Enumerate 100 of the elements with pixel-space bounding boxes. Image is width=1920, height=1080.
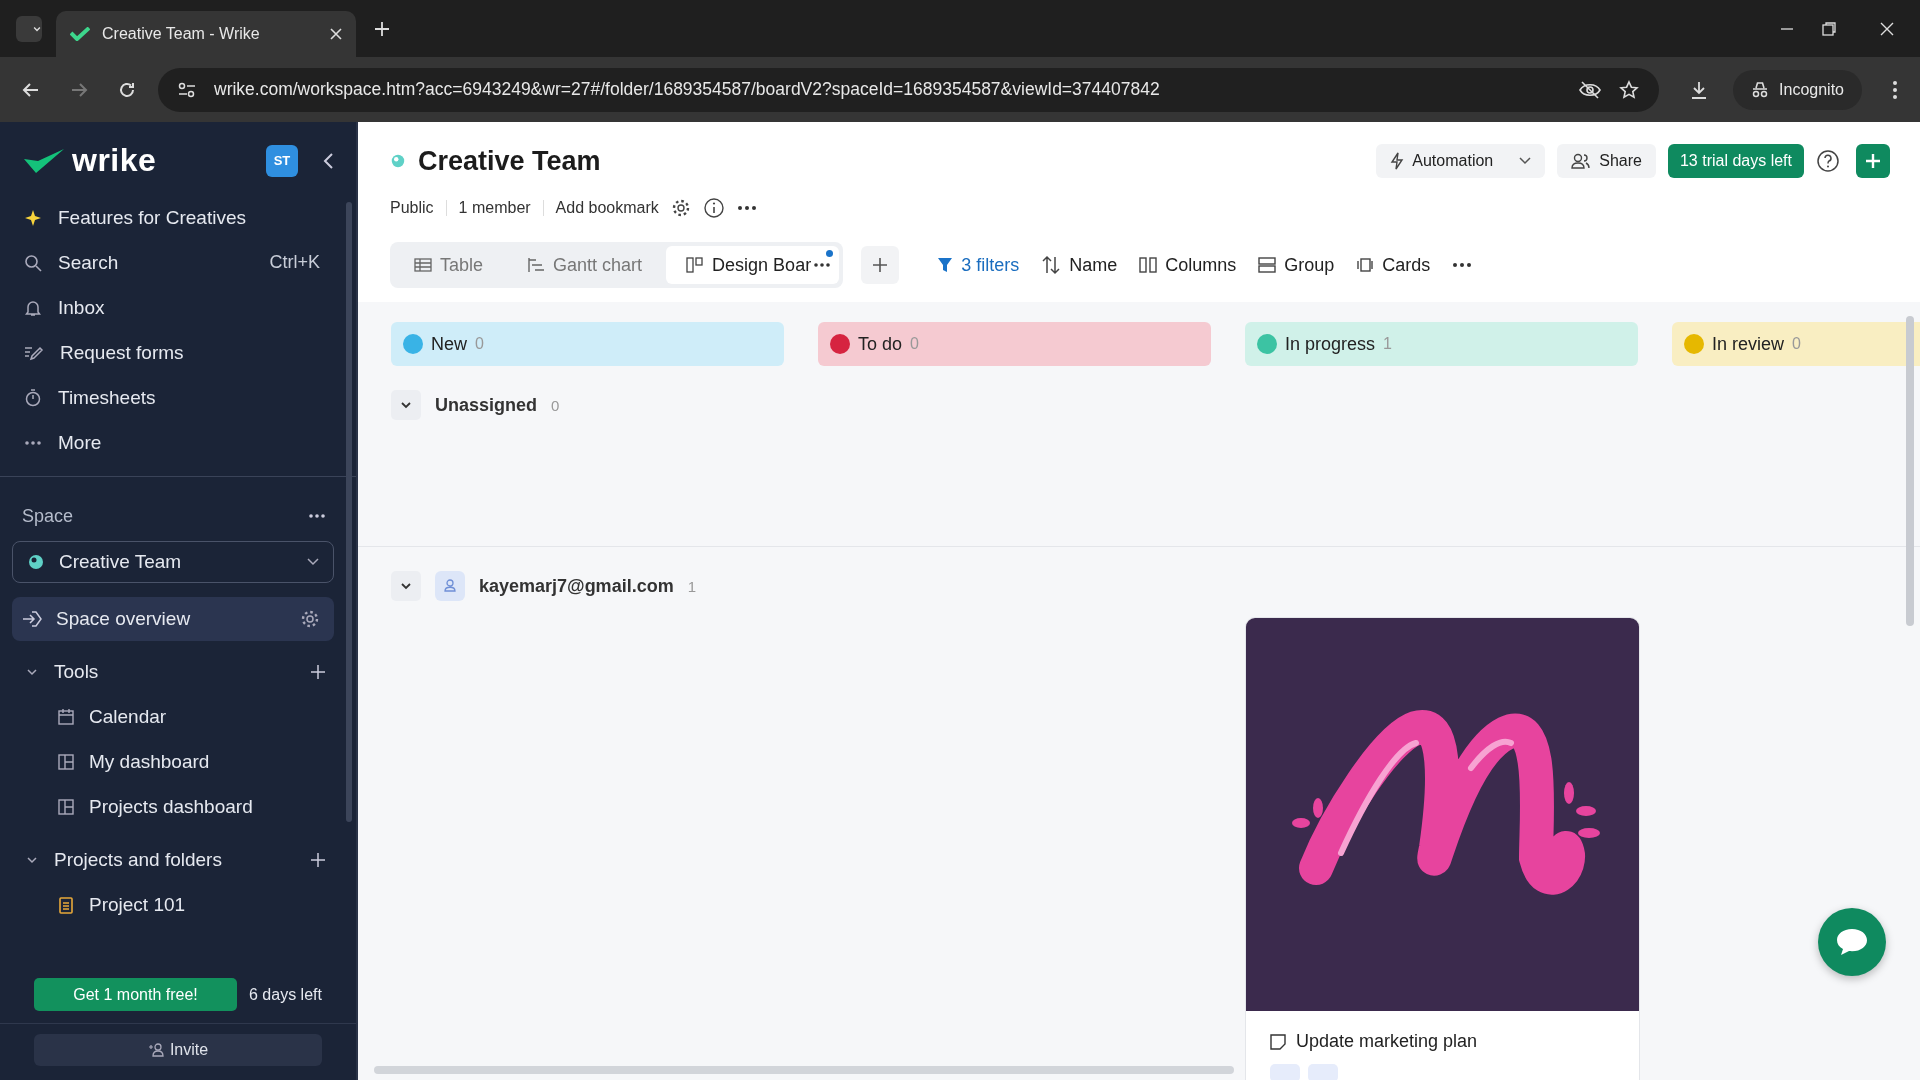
chat-bubble-icon <box>1835 927 1869 957</box>
tree-item[interactable]: Project 101 <box>0 882 356 927</box>
forward-icon[interactable] <box>70 80 88 99</box>
view-tab[interactable]: Table <box>394 246 504 284</box>
incognito-button[interactable]: Incognito <box>1733 69 1862 110</box>
more-icon[interactable] <box>308 513 326 519</box>
meta-text: 1 member <box>458 199 531 217</box>
view-tab[interactable]: Gantt chart <box>507 246 663 284</box>
automation-button[interactable]: Automation <box>1376 144 1546 178</box>
settings-icon[interactable] <box>300 609 320 629</box>
nav-item[interactable]: Timesheets <box>0 375 346 420</box>
nav-item[interactable]: Features for Creatives <box>0 195 346 240</box>
more-icon[interactable] <box>736 205 757 211</box>
invite-button[interactable]: Invite <box>34 1034 322 1066</box>
dashboard-icon <box>57 797 75 816</box>
trial-note: 6 days left <box>249 985 322 1004</box>
star-icon[interactable] <box>1619 79 1640 100</box>
browser-tab[interactable]: Creative Team - Wrike <box>56 11 356 57</box>
chevron-down-icon <box>1519 157 1532 165</box>
more-icon[interactable] <box>813 262 832 268</box>
promo-button[interactable]: Get 1 month free! <box>34 978 237 1011</box>
wrike-check-icon <box>70 27 90 41</box>
trial-button[interactable]: 13 trial days left <box>1667 144 1804 178</box>
task-title: Update marketing plan <box>1296 1031 1478 1052</box>
scrollbar[interactable] <box>374 1066 1234 1074</box>
group-label: Unassigned <box>435 394 538 416</box>
column-header: In review 0 <box>1672 322 1920 366</box>
dashboard-icon <box>57 752 75 771</box>
plus-icon <box>872 257 889 273</box>
collapse-toggle[interactable] <box>391 571 421 601</box>
space-dropdown[interactable]: Creative Team <box>12 541 334 583</box>
nav-item[interactable]: Request forms <box>0 330 346 375</box>
clipboard-icon <box>57 895 75 914</box>
chevron-down-icon <box>307 558 319 566</box>
collapse-icon[interactable] <box>322 151 334 170</box>
task-icon <box>1270 1033 1286 1050</box>
gantt-icon <box>527 257 546 273</box>
stopwatch-icon <box>24 388 42 407</box>
add-view-button[interactable] <box>861 246 900 284</box>
column-header: New 0 <box>391 322 784 366</box>
notification-dot <box>826 250 834 257</box>
people-icon <box>1571 153 1592 169</box>
more-icon <box>24 439 42 446</box>
lightning-icon <box>1390 152 1405 170</box>
close-icon[interactable] <box>330 28 342 40</box>
column-header: To do 0 <box>818 322 1211 366</box>
add-icon[interactable] <box>310 663 326 680</box>
search-icon <box>24 253 42 272</box>
table-icon <box>414 258 432 272</box>
section-toggle[interactable]: Tools <box>0 649 356 694</box>
toolbar-button[interactable]: Cards <box>1356 254 1431 276</box>
tree-item[interactable]: My dashboard <box>0 739 356 784</box>
eye-off-icon[interactable] <box>1579 80 1602 99</box>
menu-icon[interactable] <box>1892 79 1898 100</box>
collapse-toggle[interactable] <box>391 390 421 420</box>
reload-icon[interactable] <box>118 80 136 99</box>
add-icon[interactable] <box>310 851 326 868</box>
more-icon[interactable] <box>1452 262 1473 268</box>
add-bookmark-link[interactable]: Add bookmark <box>555 199 659 217</box>
close-icon[interactable] <box>1880 21 1894 36</box>
columns-icon <box>1139 257 1158 273</box>
group-count: 0 <box>551 396 560 414</box>
nav-item[interactable]: Search Ctrl+K <box>0 240 346 285</box>
section-heading: Space <box>22 505 74 527</box>
incognito-icon <box>1751 81 1770 98</box>
toolbar-button[interactable]: Columns <box>1139 254 1237 276</box>
scrollbar[interactable] <box>1906 316 1914 626</box>
bell-icon <box>24 298 42 317</box>
chat-button[interactable] <box>1818 908 1886 976</box>
add-person-icon <box>147 1043 164 1057</box>
nav-item[interactable]: More <box>0 420 346 465</box>
toolbar-button[interactable]: Name <box>1041 254 1118 276</box>
meta-text: Public <box>390 199 434 217</box>
enter-arrow-icon <box>22 610 42 628</box>
group-label: kayemarj7@gmail.com <box>479 575 674 597</box>
toolbar-button[interactable]: 3 filters <box>937 254 1020 276</box>
address-field[interactable]: wrike.com/workspace.htm?acc=6943249&wr=27#/folder/1689354587/boardV2?spaceId=1689354587&viewId=374407842 <box>158 67 1660 112</box>
share-button[interactable]: Share <box>1557 144 1656 178</box>
site-settings-icon[interactable] <box>178 81 196 98</box>
restore-icon[interactable] <box>1822 21 1836 36</box>
help-icon[interactable] <box>1816 149 1840 173</box>
tree-item[interactable]: Projects dashboard <box>0 784 356 829</box>
sort-icon <box>1041 255 1062 275</box>
tree-item[interactable]: Calendar <box>0 694 356 739</box>
add-button[interactable] <box>1856 144 1890 178</box>
back-icon[interactable] <box>22 80 40 99</box>
logo: wrike <box>72 142 157 179</box>
toolbar-button[interactable]: Group <box>1258 254 1335 276</box>
scrollbar[interactable] <box>346 202 352 822</box>
space-overview-item[interactable]: Space overview <box>12 597 334 641</box>
view-tab[interactable]: Design Boar <box>666 246 840 284</box>
new-tab-icon[interactable] <box>374 20 390 37</box>
group-count: 1 <box>687 577 696 595</box>
column-header: In progress 1 <box>1245 322 1638 366</box>
settings-icon[interactable] <box>670 198 691 218</box>
section-toggle[interactable]: Projects and folders <box>0 837 356 882</box>
nav-item[interactable]: Inbox <box>0 285 346 330</box>
globe-icon <box>390 153 406 169</box>
globe-icon <box>27 553 45 571</box>
info-icon[interactable] <box>702 197 725 219</box>
